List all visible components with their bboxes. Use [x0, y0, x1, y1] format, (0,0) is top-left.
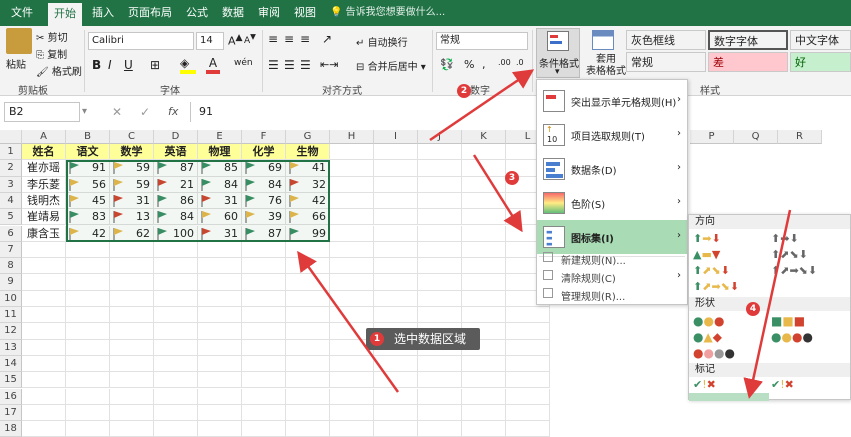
- grid-cell[interactable]: [154, 421, 198, 437]
- grid-cell[interactable]: [330, 421, 374, 437]
- arrow-4: [743, 209, 792, 399]
- grid-cell[interactable]: [286, 421, 330, 437]
- grid-cell[interactable]: [418, 421, 462, 437]
- grid-cell[interactable]: [506, 421, 550, 437]
- grid-cell[interactable]: [506, 404, 550, 422]
- grid-cell[interactable]: [66, 404, 110, 422]
- grid-cell[interactable]: [154, 404, 198, 422]
- grid-cell[interactable]: [242, 404, 286, 422]
- arrow-3: [472, 154, 523, 233]
- grid-cell[interactable]: [66, 421, 110, 437]
- grid-cell[interactable]: [374, 404, 418, 422]
- row-header[interactable]: 17: [0, 404, 22, 422]
- grid-cell[interactable]: [198, 404, 242, 422]
- annotation-arrows: [297, 69, 792, 399]
- grid-cell[interactable]: [22, 421, 66, 437]
- grid-cell[interactable]: [110, 404, 154, 422]
- arrow-1: [297, 250, 400, 393]
- grid-cell[interactable]: [418, 404, 462, 422]
- grid-cell[interactable]: [198, 421, 242, 437]
- grid-cell[interactable]: [462, 421, 506, 437]
- grid-cell[interactable]: [286, 404, 330, 422]
- grid-cell[interactable]: [110, 421, 154, 437]
- grid-cell[interactable]: [374, 421, 418, 437]
- arrow-2: [429, 69, 535, 142]
- grid-cell[interactable]: [462, 404, 506, 422]
- grid-cell[interactable]: [242, 421, 286, 437]
- grid-cell[interactable]: [22, 404, 66, 422]
- row-header[interactable]: 18: [0, 421, 22, 437]
- grid-cell[interactable]: [330, 404, 374, 422]
